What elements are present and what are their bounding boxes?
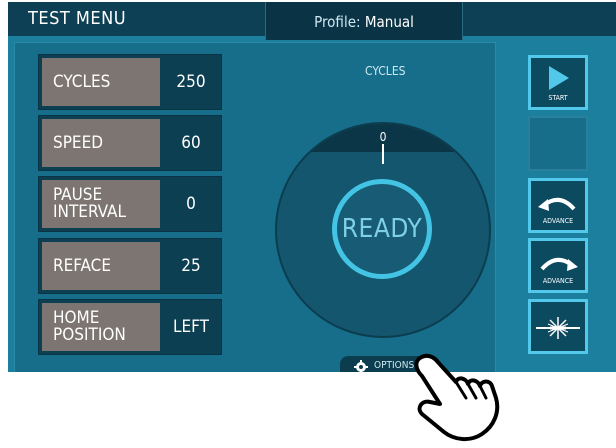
param-speed[interactable]: SPEED 60 [38,115,222,171]
machine-screen: TEST MENU Profile: Manual CYCLES 250 SPE… [8,2,616,372]
advance-caption: ADVANCE [542,277,574,285]
profile-text: Profile: Manual [266,13,462,31]
laser-icon [531,314,585,342]
page-title: TEST MENU [28,8,127,29]
rotate-right-icon [531,247,585,275]
pointing-hand-icon [408,352,508,448]
advance-left-button[interactable]: ADVANCE [528,178,588,233]
status-text: READY [341,214,423,244]
profile-label: Profile: [314,13,361,31]
rotate-left-icon [531,187,585,215]
advance-right-button[interactable]: ADVANCE [528,238,588,293]
param-pause-interval[interactable]: PAUSE INTERVAL 0 [38,176,222,232]
profile-value: Manual [364,13,414,31]
param-label: REFACE [42,242,160,290]
param-value: 250 [176,72,206,92]
param-label: CYCLES [42,58,160,106]
param-label: PAUSE INTERVAL [42,180,160,228]
param-reface[interactable]: REFACE 25 [38,238,222,294]
param-value: 25 [181,256,201,276]
cycle-dial: 0 READY [275,122,491,338]
blank-button [528,116,588,171]
start-caption: START [548,94,568,102]
profile-tab[interactable]: Profile: Manual [265,2,463,40]
gear-icon [354,359,368,372]
param-value: 0 [186,194,196,214]
laser-button[interactable] [528,299,588,354]
start-button[interactable]: START [528,55,588,110]
param-home-position[interactable]: HOME POSITION LEFT [38,299,222,355]
param-label: HOME POSITION [42,303,160,351]
play-icon [531,64,585,92]
ready-button[interactable]: READY [332,179,432,279]
dial-needle [382,144,384,164]
param-value: 60 [181,133,201,153]
param-value: LEFT [172,317,210,337]
cycle-count: 0 [379,130,387,144]
cycles-title: CYCLES [365,64,406,78]
param-cycles[interactable]: CYCLES 250 [38,54,222,110]
param-label: SPEED [42,119,160,167]
advance-caption: ADVANCE [542,217,574,225]
